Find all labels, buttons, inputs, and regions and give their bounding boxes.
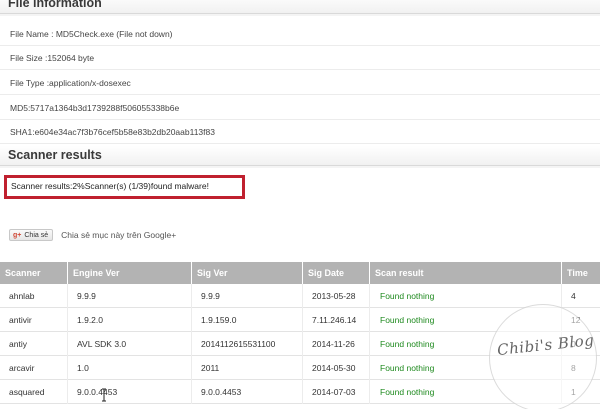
cell-sig-date: 7.11.246.14	[312, 315, 357, 325]
cell-scanner: asquared	[9, 387, 45, 397]
cell-engine-ver: AVL SDK 3.0	[77, 339, 127, 349]
column-divider	[67, 356, 68, 380]
cell-engine-ver: 9.9.9	[77, 291, 96, 301]
cell-scan-result: Found nothing	[380, 387, 435, 397]
text-cursor-icon	[102, 388, 106, 402]
header-time: Time	[567, 268, 588, 278]
file-size-row: File Size :152064 byte	[0, 46, 600, 70]
sha1-row: SHA1:e604e34ac7f3b76cef5b58e83b2db20aab1…	[0, 120, 600, 144]
cell-scanner: ahnlab	[9, 291, 35, 301]
cell-sig-date: 2013-05-28	[312, 291, 356, 301]
column-divider	[191, 332, 192, 356]
header-engine-ver: Engine Ver	[73, 268, 120, 278]
column-divider	[191, 356, 192, 380]
cell-sig-date: 2014-07-03	[312, 387, 356, 397]
cell-sig-ver: 2011	[201, 363, 220, 373]
cell-scan-result: Found nothing	[380, 291, 435, 301]
cell-scanner: antiy	[9, 339, 27, 349]
cell-sig-ver: 9.9.9	[201, 291, 220, 301]
column-divider	[67, 308, 68, 332]
column-divider	[561, 284, 562, 308]
table-header: Scanner Engine Ver Sig Ver Sig Date Scan…	[0, 262, 600, 284]
cell-sig-date: 2014-11-26	[312, 339, 355, 349]
column-divider	[369, 284, 370, 308]
column-divider	[302, 308, 303, 332]
google-plus-icon: g+	[13, 231, 22, 239]
column-divider	[369, 308, 370, 332]
column-divider	[67, 284, 68, 308]
cell-scan-result: Found nothing	[380, 363, 435, 373]
table-row: ahnlab 9.9.9 9.9.9 2013-05-28 Found noth…	[0, 284, 600, 308]
cell-engine-ver: 1.0	[77, 363, 89, 373]
cell-sig-ver: 9.0.0.4453	[201, 387, 242, 397]
header-sig-ver: Sig Ver	[197, 268, 228, 278]
header-scanner: Scanner	[5, 268, 41, 278]
cell-sig-date: 2014-05-30	[312, 363, 356, 373]
column-divider	[302, 284, 303, 308]
google-plus-share: g+ Chia sẻ Chia sẻ mục này trên Google+	[9, 229, 176, 241]
share-button[interactable]: g+ Chia sẻ	[9, 229, 54, 241]
column-divider	[67, 332, 68, 356]
column-divider	[369, 380, 370, 404]
cell-scan-result: Found nothing	[380, 315, 435, 325]
column-divider	[302, 380, 303, 404]
cell-engine-ver: 1.9.2.0	[77, 315, 103, 325]
scan-summary-text: Scanner results:2%Scanner(s) (1/39)found…	[11, 181, 209, 191]
header-scan-result: Scan result	[375, 268, 424, 278]
scanner-results-heading: Scanner results	[0, 146, 600, 168]
file-type-row: File Type :application/x-dosexec	[0, 71, 600, 95]
cell-engine-ver: 9.0.0.4453	[77, 387, 118, 397]
column-divider	[191, 284, 192, 308]
header-sig-date: Sig Date	[308, 268, 345, 278]
column-divider	[191, 308, 192, 332]
file-name-row: File Name : MD5Check.exe (File not down)	[0, 22, 600, 46]
column-divider	[369, 332, 370, 356]
cell-sig-ver: 2014112615531100	[201, 339, 276, 349]
cell-sig-ver: 1.9.159.0	[201, 315, 237, 325]
file-information-heading: File information	[0, 0, 600, 16]
share-button-label: Chia sẻ	[24, 231, 49, 239]
column-divider	[67, 380, 68, 404]
cell-scanner: arcavir	[9, 363, 35, 373]
column-divider	[302, 356, 303, 380]
column-divider	[302, 332, 303, 356]
md5-row: MD5:5717a1364b3d1739288f506055338b6e	[0, 96, 600, 120]
cell-scan-result: Found nothing	[380, 339, 435, 349]
cell-time: 4	[571, 291, 576, 301]
cell-scanner: antivir	[9, 315, 32, 325]
scan-summary-highlight: Scanner results:2%Scanner(s) (1/39)found…	[4, 175, 245, 199]
share-description: Chia sẻ mục này trên Google+	[61, 230, 177, 240]
column-divider	[369, 356, 370, 380]
column-divider	[191, 380, 192, 404]
